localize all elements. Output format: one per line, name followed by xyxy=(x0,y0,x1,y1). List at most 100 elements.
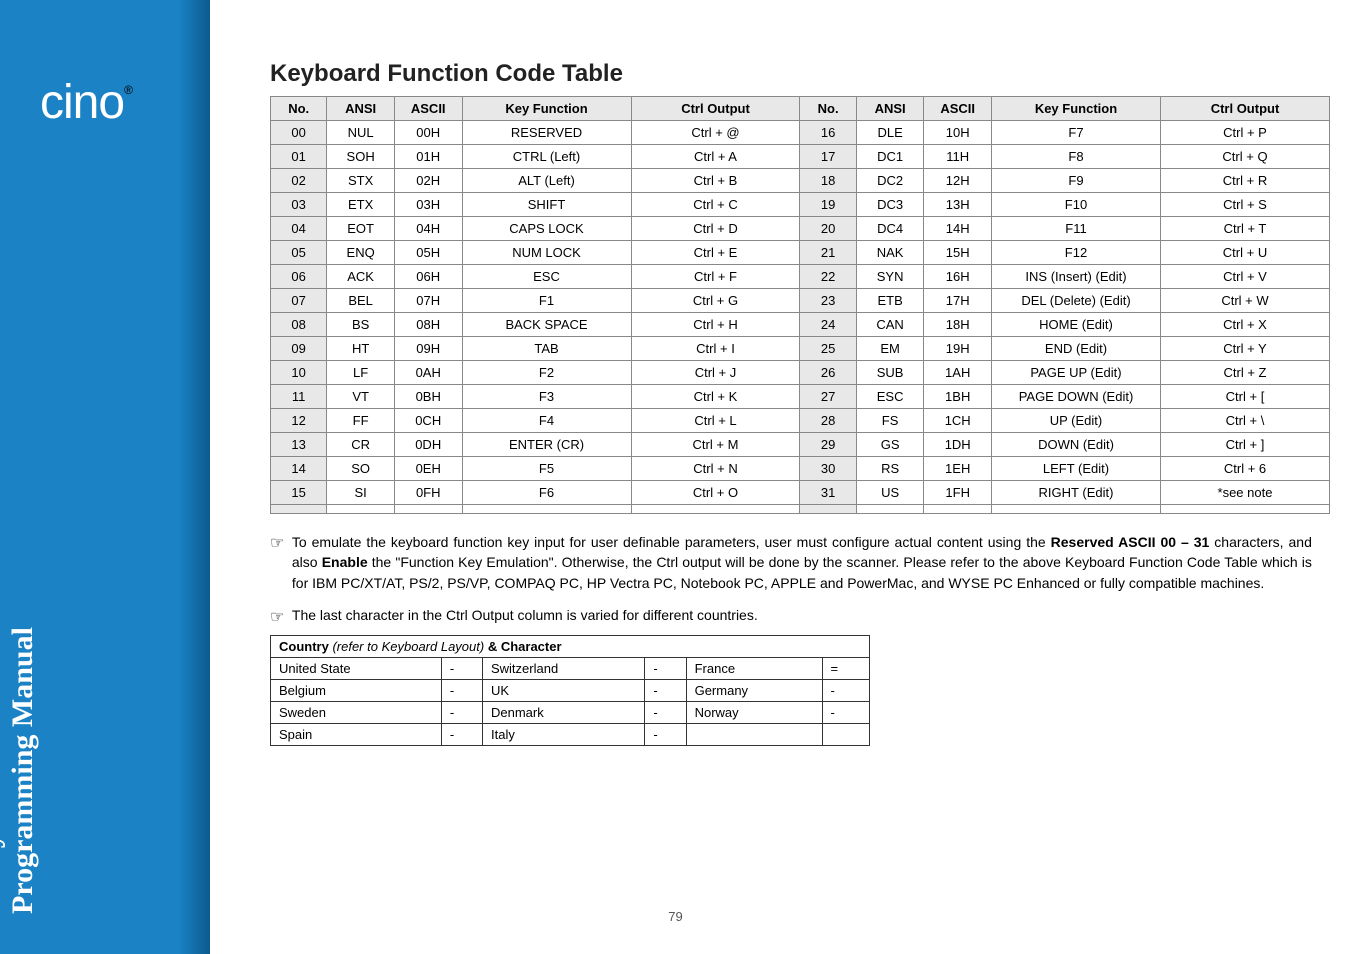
country-row: Belgium-UK-Germany- xyxy=(271,679,870,701)
table-cell: BACK SPACE xyxy=(462,313,631,337)
country-cell: - xyxy=(441,657,482,679)
table-cell: NAK xyxy=(856,241,924,265)
country-cell: - xyxy=(822,679,869,701)
country-cell xyxy=(686,723,822,745)
table-cell: END (Edit) xyxy=(992,337,1161,361)
table-cell: Ctrl + K xyxy=(631,385,800,409)
table-cell: 12H xyxy=(924,169,992,193)
table-cell: 11 xyxy=(271,385,327,409)
table-cell: 18 xyxy=(800,169,856,193)
table-cell: Ctrl + V xyxy=(1160,265,1329,289)
table-cell: 14 xyxy=(271,457,327,481)
table-row xyxy=(271,505,1330,514)
table-cell: 16 xyxy=(800,121,856,145)
table-row: 13CR0DHENTER (CR)Ctrl + M29GS1DHDOWN (Ed… xyxy=(271,433,1330,457)
table-cell: Ctrl + H xyxy=(631,313,800,337)
table-cell xyxy=(924,505,992,514)
country-cell: Denmark xyxy=(482,701,644,723)
table-cell: DC2 xyxy=(856,169,924,193)
country-cell xyxy=(822,723,869,745)
table-cell: DC1 xyxy=(856,145,924,169)
note1-bold2: Enable xyxy=(322,554,368,570)
table-cell: F10 xyxy=(992,193,1161,217)
hand-icon: ☞ xyxy=(270,532,288,555)
table-cell: 31 xyxy=(800,481,856,505)
table-cell: 15 xyxy=(271,481,327,505)
country-cell: - xyxy=(645,701,686,723)
country-header-b1: Country xyxy=(279,639,329,654)
table-cell: HOME (Edit) xyxy=(992,313,1161,337)
table-cell: 06 xyxy=(271,265,327,289)
table-cell: 1DH xyxy=(924,433,992,457)
table-cell: 04H xyxy=(394,217,462,241)
table-cell: Ctrl + N xyxy=(631,457,800,481)
country-header-row: Country (refer to Keyboard Layout) & Cha… xyxy=(271,635,870,657)
table-cell: 13H xyxy=(924,193,992,217)
table-cell: 0FH xyxy=(394,481,462,505)
note1-post: the "Function Key Emulation". Otherwise,… xyxy=(292,554,1312,590)
function-code-table: No. ANSI ASCII Key Function Ctrl Output … xyxy=(270,96,1330,514)
country-cell: Norway xyxy=(686,701,822,723)
table-cell: 26 xyxy=(800,361,856,385)
table-cell: Ctrl + @ xyxy=(631,121,800,145)
th-ascii2: ASCII xyxy=(924,97,992,121)
country-row: Spain-Italy- xyxy=(271,723,870,745)
table-row: 05ENQ05HNUM LOCKCtrl + E21NAK15HF12Ctrl … xyxy=(271,241,1330,265)
th-no: No. xyxy=(271,97,327,121)
th-ansi2: ANSI xyxy=(856,97,924,121)
note-2: ☞ The last character in the Ctrl Output … xyxy=(270,607,1330,627)
table-cell: RS xyxy=(856,457,924,481)
table-cell: CAPS LOCK xyxy=(462,217,631,241)
country-cell: - xyxy=(441,701,482,723)
table-cell xyxy=(631,505,800,514)
table-cell: US xyxy=(856,481,924,505)
table-cell: 05 xyxy=(271,241,327,265)
table-cell: TAB xyxy=(462,337,631,361)
table-cell: Ctrl + E xyxy=(631,241,800,265)
table-cell: BS xyxy=(327,313,395,337)
page-number: 79 xyxy=(668,909,682,924)
table-cell: Ctrl + T xyxy=(1160,217,1329,241)
table-cell: 0BH xyxy=(394,385,462,409)
table-cell: F9 xyxy=(992,169,1161,193)
table-row: 15SI0FHF6Ctrl + O31US1FHRIGHT (Edit)*see… xyxy=(271,481,1330,505)
table-row: 06ACK06HESCCtrl + F22SYN16HINS (Insert) … xyxy=(271,265,1330,289)
table-cell: 14H xyxy=(924,217,992,241)
table-cell: F11 xyxy=(992,217,1161,241)
table-cell: GS xyxy=(856,433,924,457)
country-cell: - xyxy=(441,679,482,701)
table-cell: 19 xyxy=(800,193,856,217)
table-cell: 0EH xyxy=(394,457,462,481)
table-cell: STX xyxy=(327,169,395,193)
table-cell: 17H xyxy=(924,289,992,313)
table-cell xyxy=(992,505,1161,514)
table-cell xyxy=(1160,505,1329,514)
table-cell: BEL xyxy=(327,289,395,313)
table-cell: Ctrl + S xyxy=(1160,193,1329,217)
table-cell: ETB xyxy=(856,289,924,313)
table-cell: 25 xyxy=(800,337,856,361)
table-cell: DEL (Delete) (Edit) xyxy=(992,289,1161,313)
table-row: 14SO0EHF5Ctrl + N30RS1EHLEFT (Edit)Ctrl … xyxy=(271,457,1330,481)
country-cell: Spain xyxy=(271,723,442,745)
table-cell: 19H xyxy=(924,337,992,361)
country-cell: Switzerland xyxy=(482,657,644,679)
table-cell: 08H xyxy=(394,313,462,337)
country-row: United State-Switzerland-France= xyxy=(271,657,870,679)
table-cell: 02H xyxy=(394,169,462,193)
table-cell: 09H xyxy=(394,337,462,361)
table-cell: 09 xyxy=(271,337,327,361)
table-cell: SI xyxy=(327,481,395,505)
country-cell: = xyxy=(822,657,869,679)
table-cell xyxy=(327,505,395,514)
country-header-b2: & Character xyxy=(488,639,562,654)
table-cell: LEFT (Edit) xyxy=(992,457,1161,481)
table-cell: 27 xyxy=(800,385,856,409)
table-cell: NUM LOCK xyxy=(462,241,631,265)
note1-bold1: Reserved ASCII 00 – 31 xyxy=(1051,534,1210,550)
table-cell: PAGE UP (Edit) xyxy=(992,361,1161,385)
table-cell: SHIFT xyxy=(462,193,631,217)
note1-pre: To emulate the keyboard function key inp… xyxy=(292,534,1051,550)
table-cell: F6 xyxy=(462,481,631,505)
table-cell: *see note xyxy=(1160,481,1329,505)
